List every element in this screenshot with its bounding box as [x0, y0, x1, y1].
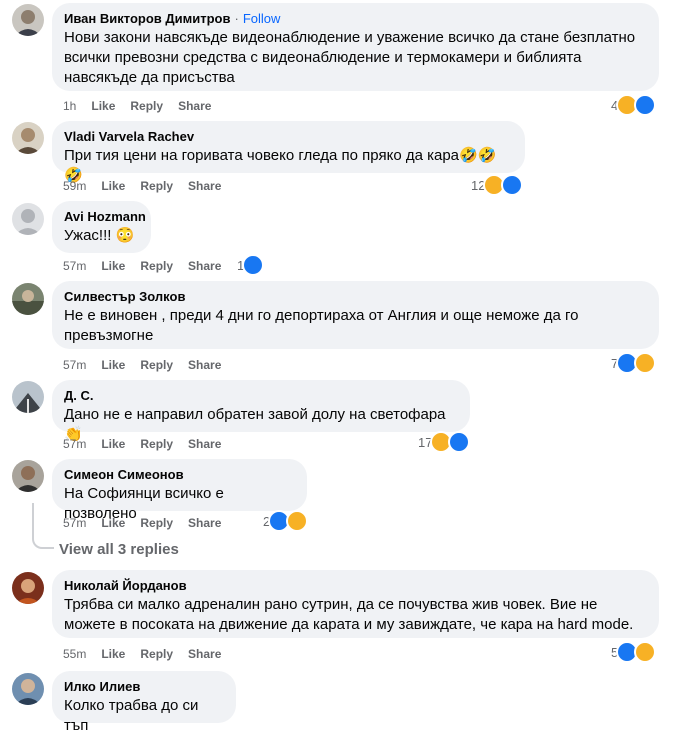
- reaction-summary[interactable]: 12: [471, 174, 524, 196]
- reply-button[interactable]: Reply: [140, 437, 173, 451]
- comment-author[interactable]: Николай Йорданов: [64, 578, 647, 594]
- avatar[interactable]: [12, 283, 44, 315]
- reply-button[interactable]: Reply: [140, 647, 173, 661]
- comment-author[interactable]: Avi Hozmann: [64, 209, 146, 225]
- comment-author[interactable]: Д. С.: [64, 388, 458, 404]
- comment-bubble: Николай Йорданов Трябва си малко адренал…: [52, 570, 659, 638]
- share-button[interactable]: Share: [188, 647, 221, 661]
- haha-icon: [634, 352, 657, 374]
- comment-author[interactable]: Иван Викторов Димитров: [64, 11, 230, 26]
- comment-text: Ужас!!!: [64, 227, 112, 244]
- like-button[interactable]: Like: [101, 358, 125, 372]
- comment-text: Дано не е направил обратен завой долу на…: [64, 406, 446, 423]
- like-icon: [242, 254, 265, 276]
- comment-text: При тия цени на горивата човеко гледа по…: [64, 147, 460, 164]
- share-button[interactable]: Share: [188, 358, 221, 372]
- flushed-emoji: 😳: [115, 227, 135, 244]
- comment-bubble: Vladi Varvela Rachev При тия цени на гор…: [52, 121, 525, 184]
- comment-actions: 57m Like Reply Share: [63, 515, 236, 531]
- like-icon: [634, 94, 657, 116]
- share-button[interactable]: Share: [188, 516, 221, 530]
- comment-bubble: Силвестър Золков Не е виновен , преди 4 …: [52, 281, 659, 349]
- reaction-summary[interactable]: 5: [611, 641, 657, 663]
- like-button[interactable]: Like: [101, 437, 125, 451]
- avatar[interactable]: [12, 122, 44, 154]
- reaction-summary[interactable]: 17: [418, 431, 471, 453]
- share-button[interactable]: Share: [188, 437, 221, 451]
- comment-actions: 59m Like Reply Share: [63, 178, 236, 194]
- like-button[interactable]: Like: [91, 99, 115, 113]
- like-button[interactable]: Like: [101, 259, 125, 273]
- like-icon: [448, 431, 471, 453]
- comment-actions: 57m Like Reply Share: [63, 357, 236, 373]
- reaction-summary[interactable]: 4: [611, 94, 657, 116]
- comment-actions: 55m Like Reply Share: [63, 646, 236, 662]
- haha-icon: [286, 510, 309, 532]
- reaction-summary[interactable]: 2: [263, 510, 309, 532]
- reply-button[interactable]: Reply: [140, 358, 173, 372]
- like-button[interactable]: Like: [101, 647, 125, 661]
- comment-time[interactable]: 59m: [63, 179, 86, 193]
- haha-icon: [634, 641, 657, 663]
- reply-button[interactable]: Reply: [140, 516, 173, 530]
- reply-thread-line: [32, 503, 54, 549]
- reply-button[interactable]: Reply: [140, 259, 173, 273]
- reaction-summary[interactable]: 7: [611, 352, 657, 374]
- share-button[interactable]: Share: [188, 179, 221, 193]
- comment-author[interactable]: Vladi Varvela Rachev: [64, 129, 513, 145]
- comment-text: Колко трабва до си тъп: [64, 697, 199, 734]
- separator-dot: ·: [234, 11, 239, 26]
- comment-time[interactable]: 57m: [63, 516, 86, 530]
- comment-bubble: Илко Илиев Колко трабва до си тъп: [52, 671, 236, 734]
- comment-actions: 1h Like Reply Share: [63, 98, 226, 114]
- comment-time[interactable]: 57m: [63, 437, 86, 451]
- comment-author[interactable]: Симеон Симеонов: [64, 467, 295, 483]
- comment-text: Трябва си малко адреналин рано сутрин, д…: [64, 596, 634, 633]
- like-icon: [501, 174, 524, 196]
- avatar[interactable]: [12, 381, 44, 413]
- comment-bubble: Avi Hozmann Ужас!!! 😳: [52, 201, 151, 253]
- reaction-summary[interactable]: 1: [237, 254, 265, 276]
- view-all-replies-link[interactable]: View all 3 replies: [59, 541, 179, 558]
- comment-bubble: Д. С. Дано не е направил обратен завой д…: [52, 380, 470, 443]
- comment-actions: 57m Like Reply Share: [63, 258, 236, 274]
- share-button[interactable]: Share: [178, 99, 211, 113]
- comment-time[interactable]: 57m: [63, 358, 86, 372]
- avatar[interactable]: [12, 460, 44, 492]
- comment-author[interactable]: Илко Илиев: [64, 679, 224, 695]
- avatar[interactable]: [12, 203, 44, 235]
- reply-button[interactable]: Reply: [130, 99, 163, 113]
- avatar[interactable]: [12, 4, 44, 36]
- comment-actions: 57m Like Reply Share: [63, 436, 236, 452]
- comment-bubble: Симеон Симеонов На Софиянци всичко е поз…: [52, 459, 307, 522]
- like-button[interactable]: Like: [101, 516, 125, 530]
- reply-button[interactable]: Reply: [140, 179, 173, 193]
- follow-button[interactable]: Follow: [243, 11, 281, 26]
- avatar[interactable]: [12, 572, 44, 604]
- comment-time[interactable]: 1h: [63, 99, 76, 113]
- comment-author[interactable]: Силвестър Золков: [64, 289, 647, 305]
- comment-bubble: Иван Викторов Димитров · Follow Нови закон…: [52, 3, 659, 91]
- comment-text: Нови закони навсякъде видеонаблюдение и …: [64, 29, 636, 86]
- comment-time[interactable]: 55m: [63, 647, 86, 661]
- comment-text: Не е виновен , преди 4 дни го депортирах…: [64, 307, 579, 344]
- like-button[interactable]: Like: [101, 179, 125, 193]
- comment-time[interactable]: 57m: [63, 259, 86, 273]
- share-button[interactable]: Share: [188, 259, 221, 273]
- avatar[interactable]: [12, 673, 44, 705]
